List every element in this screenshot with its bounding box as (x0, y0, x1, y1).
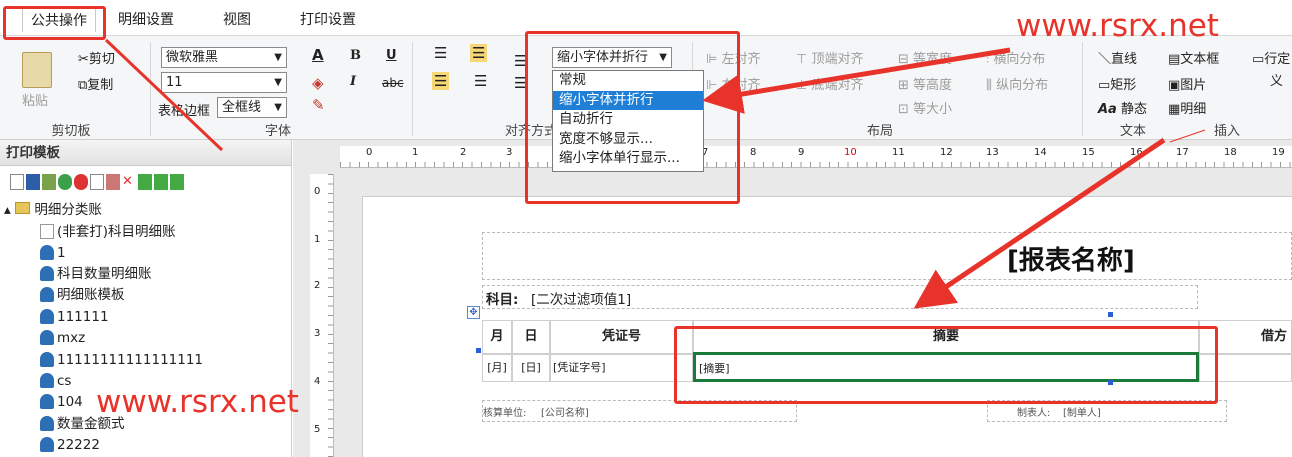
arrow-to-title (913, 137, 1166, 309)
watermark-top: www.rsrx.net (1016, 8, 1219, 44)
arrow-to-option (702, 47, 1011, 114)
arrow-to-tab (104, 38, 224, 152)
watermark-bottom: www.rsrx.net (96, 384, 299, 420)
thin-line (1169, 129, 1206, 143)
